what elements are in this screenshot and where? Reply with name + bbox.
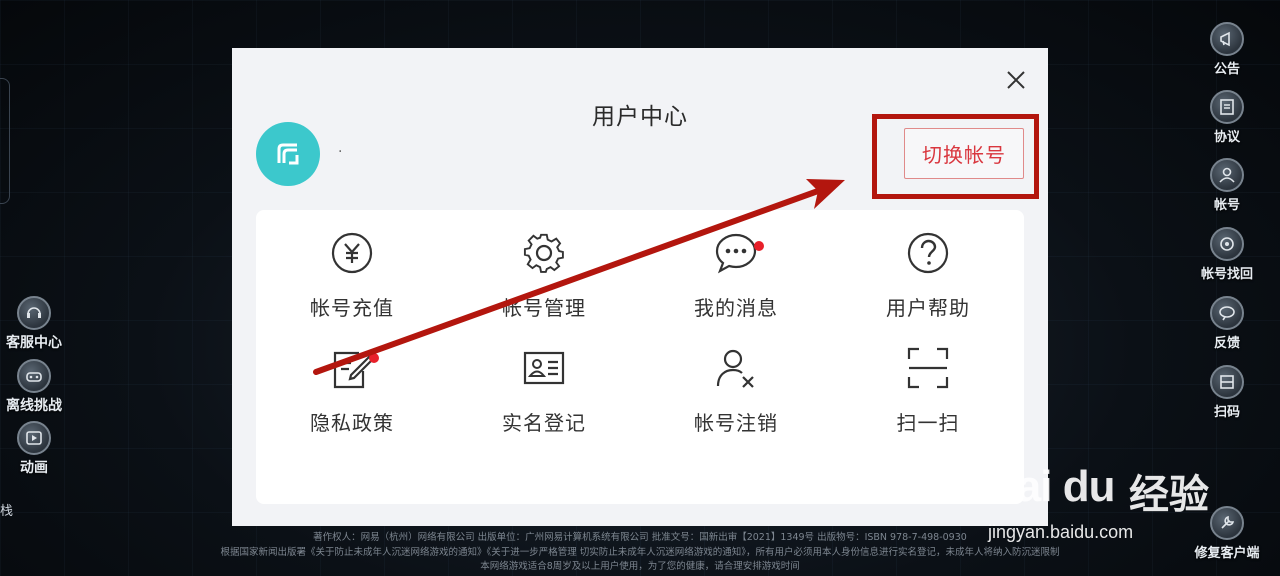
account-icon xyxy=(1210,158,1244,192)
sidebar-offline-challenge-button[interactable]: 离线挑战 xyxy=(0,359,69,415)
username: · xyxy=(338,144,343,160)
tile-label: 扫一扫 xyxy=(896,411,960,435)
baidu-jingyan-watermark: Bai du 经验 jingyan.baidu.com xyxy=(986,462,1216,562)
notification-badge xyxy=(369,353,379,363)
netease-logo-icon xyxy=(277,143,299,165)
offline-challenge-icon xyxy=(17,359,51,393)
sidebar-scan-code-button[interactable]: 扫码 xyxy=(1193,365,1261,420)
feature-panel: 帐号充值 帐号管理 我的消息 用户帮助 隐私政策 实名登记 帐号注销 扫一扫 xyxy=(256,210,1024,504)
chat-bubble-icon xyxy=(715,233,757,274)
scan-icon xyxy=(907,347,949,389)
tile-real-name-registration[interactable]: 实名登记 xyxy=(448,325,640,440)
footer-copyright: 著作权人：网易（杭州）网络有限公司 出版单位：广州网易计算机系统有限公司 批准文… xyxy=(313,532,967,543)
user-center-dialog: 用户中心 · 切换帐号 帐号充值 帐号管理 我的消息 用户帮助 隐私政策 实名登… xyxy=(232,48,1048,526)
sidebar-account-recovery-button[interactable]: 帐号找回 xyxy=(1193,227,1261,282)
id-card-icon xyxy=(523,351,565,385)
tile-scan[interactable]: 扫一扫 xyxy=(832,325,1024,440)
announcement-icon xyxy=(1210,22,1244,56)
gear-icon xyxy=(523,233,564,273)
footer-anti-addiction-notice: 根据国家新闻出版署《关于防止未成年人沉迷网络游戏的通知》《关于进一步严格管理 切… xyxy=(220,547,1060,558)
tile-label: 帐号充值 xyxy=(310,296,394,320)
sidebar-offline-challenge-label: 离线挑战 xyxy=(6,398,62,414)
sidebar-customer-service-button[interactable]: 客服中心 xyxy=(0,296,69,352)
tile-user-help[interactable]: 用户帮助 xyxy=(832,210,1024,325)
sidebar-customer-service-label: 客服中心 xyxy=(6,335,62,351)
switch-account-button[interactable]: 切换帐号 xyxy=(904,128,1024,179)
feedback-icon xyxy=(1210,296,1244,330)
animation-icon xyxy=(17,421,51,455)
watermark-site: jingyan.baidu.com xyxy=(988,522,1134,542)
close-button[interactable] xyxy=(1004,68,1028,92)
tile-my-messages[interactable]: 我的消息 xyxy=(640,210,832,325)
tile-account-cancellation[interactable]: 帐号注销 xyxy=(640,325,832,440)
tile-label: 隐私政策 xyxy=(310,411,394,435)
privacy-edit-icon xyxy=(333,351,373,389)
tile-account-recharge[interactable]: 帐号充值 xyxy=(256,210,448,325)
customer-service-icon xyxy=(17,296,51,330)
sidebar-account-label: 帐号 xyxy=(1213,198,1240,213)
footer-age-notice: 本网络游戏适合8周岁及以上用户使用，为了您的健康，请合理安排游戏时间 xyxy=(480,561,800,572)
tile-privacy-policy[interactable]: 隐私政策 xyxy=(256,325,448,440)
watermark-logo: Bai du xyxy=(986,462,1115,511)
avatar[interactable] xyxy=(256,122,320,186)
close-icon xyxy=(1007,71,1025,89)
watermark-logo-cn: 经验 xyxy=(1129,472,1209,518)
sidebar-announcement-button[interactable]: 公告 xyxy=(1193,22,1261,77)
tile-label: 帐号注销 xyxy=(694,411,778,435)
sidebar-agreement-button[interactable]: 协议 xyxy=(1193,90,1261,145)
sidebar-animation-button[interactable]: 动画 xyxy=(0,421,69,477)
yen-circle-icon xyxy=(331,232,373,274)
sidebar-account-recovery-label: 帐号找回 xyxy=(1200,267,1253,282)
dialog-title: 用户中心 xyxy=(592,104,688,130)
tile-label: 我的消息 xyxy=(694,296,778,320)
sidebar-account-button[interactable]: 帐号 xyxy=(1193,158,1261,213)
sidebar-scan-code-label: 扫码 xyxy=(1213,405,1240,420)
sidebar-animation-label: 动画 xyxy=(20,460,48,476)
tile-label: 实名登记 xyxy=(502,411,586,435)
sidebar-feedback-label: 反馈 xyxy=(1213,336,1240,351)
user-remove-icon xyxy=(716,349,754,388)
tile-account-management[interactable]: 帐号管理 xyxy=(448,210,640,325)
tile-label: 帐号管理 xyxy=(502,296,586,320)
question-circle-icon xyxy=(907,232,949,274)
scan-code-icon xyxy=(1210,365,1244,399)
sidebar-announcement-label: 公告 xyxy=(1213,62,1240,77)
tile-label: 用户帮助 xyxy=(886,296,970,320)
sidebar-agreement-label: 协议 xyxy=(1213,130,1240,145)
notification-badge xyxy=(754,241,764,251)
left-edge-tab xyxy=(0,78,10,204)
agreement-icon xyxy=(1210,90,1244,124)
account-recovery-icon xyxy=(1210,227,1244,261)
left-edge-text: 栈 xyxy=(0,504,14,519)
sidebar-feedback-button[interactable]: 反馈 xyxy=(1193,296,1261,351)
